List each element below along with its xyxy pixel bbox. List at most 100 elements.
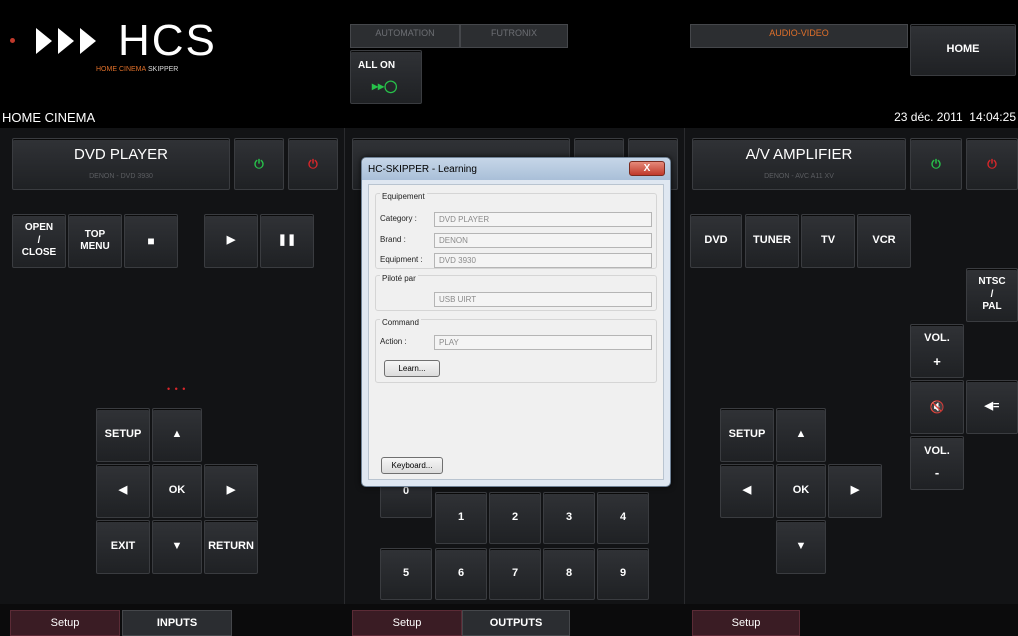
arrow-up-icon: ▲ xyxy=(795,428,807,441)
av-ok-label: OK xyxy=(792,484,810,497)
dvd-setup-button[interactable]: SETUP xyxy=(96,408,150,462)
input-tuner-button[interactable]: TUNER xyxy=(745,214,799,268)
arrow-down-icon: ▼ xyxy=(795,540,807,553)
brand-field[interactable]: DENON xyxy=(434,233,652,248)
input-dvd-button[interactable]: DVD xyxy=(690,214,742,268)
volume-up-sign: + xyxy=(933,353,941,369)
digit-3-button[interactable]: 3 xyxy=(543,492,595,544)
digit-6-button[interactable]: 6 xyxy=(435,548,487,600)
ntsc-pal-button[interactable]: NTSC / PAL xyxy=(966,268,1018,322)
dvd-exit-button[interactable]: EXIT xyxy=(96,520,150,574)
input-label: TV xyxy=(820,234,836,247)
av-power-off-button[interactable]: ⏻ xyxy=(966,138,1018,190)
middle-setup-button[interactable]: Setup xyxy=(352,610,462,636)
av-amplifier-subtitle: DENON - AVC A11 XV xyxy=(764,173,834,180)
input-label: VCR xyxy=(872,234,896,247)
tab-audio-video[interactable]: AUDIO-VIDEO xyxy=(690,24,908,48)
volume-down-label: VOL. xyxy=(924,445,950,457)
pilote-field[interactable]: USB UIRT xyxy=(434,292,652,307)
tab-automation[interactable]: AUTOMATION xyxy=(350,24,460,48)
equipement-group: Equipement Category : DVD PLAYER Brand :… xyxy=(375,192,657,269)
digit-8-button[interactable]: 8 xyxy=(543,548,595,600)
pilote-group-label: Piloté par xyxy=(380,274,418,283)
digit-label: 3 xyxy=(565,511,573,524)
digit-9-button[interactable]: 9 xyxy=(597,548,649,600)
equipment-field[interactable]: DVD 3930 xyxy=(434,253,652,268)
dialog-body: Equipement Category : DVD PLAYER Brand :… xyxy=(368,184,664,480)
digit-label: 4 xyxy=(619,511,627,524)
inputs-tab[interactable]: INPUTS xyxy=(122,610,232,636)
open-close-button[interactable]: OPEN / CLOSE xyxy=(12,214,66,268)
dvd-player-subtitle: DENON - DVD 3930 xyxy=(89,173,153,180)
action-field[interactable]: PLAY xyxy=(434,335,652,350)
dvd-player-button[interactable]: DVD PLAYER DENON - DVD 3930 xyxy=(12,138,230,190)
digit-7-button[interactable]: 7 xyxy=(489,548,541,600)
pause-button[interactable]: ❚❚ xyxy=(260,214,314,268)
all-on-icon: ▸▸◯ xyxy=(372,78,398,93)
dvd-power-off-button[interactable]: ⏻ xyxy=(288,138,338,190)
dvd-down-button[interactable]: ▼ xyxy=(152,520,202,574)
learn-button[interactable]: Learn... xyxy=(384,360,440,377)
home-button[interactable]: HOME xyxy=(910,24,1016,76)
digit-label: 6 xyxy=(457,567,465,580)
av-down-button[interactable]: ▼ xyxy=(776,520,826,574)
stop-icon: ■ xyxy=(147,233,155,248)
av-left-button[interactable]: ◀ xyxy=(720,464,774,518)
logo-dot xyxy=(10,38,15,43)
top-menu-button[interactable]: TOP MENU xyxy=(68,214,122,268)
speaker-button[interactable]: ◀= xyxy=(966,380,1018,434)
dvd-power-on-button[interactable]: ⏻ xyxy=(234,138,284,190)
stop-button[interactable]: ■ xyxy=(124,214,178,268)
outputs-tab[interactable]: OUTPUTS xyxy=(462,610,570,636)
dialog-close-button[interactable]: X xyxy=(629,161,665,176)
all-on-button[interactable]: ALL ON ▸▸◯ xyxy=(350,50,422,104)
category-field[interactable]: DVD PLAYER xyxy=(434,212,652,227)
action-label: Action : xyxy=(380,337,407,346)
digit-label: 7 xyxy=(511,567,519,580)
arrow-right-icon: ▶ xyxy=(226,484,236,497)
av-up-button[interactable]: ▲ xyxy=(776,408,826,462)
digit-5-button[interactable]: 5 xyxy=(380,548,432,600)
power-on-icon: ⏻ xyxy=(931,156,941,171)
arrow-up-icon: ▲ xyxy=(171,428,183,441)
digit-4-button[interactable]: 4 xyxy=(597,492,649,544)
input-tv-button[interactable]: TV xyxy=(801,214,855,268)
dvd-right-button[interactable]: ▶ xyxy=(204,464,258,518)
close-icon: X xyxy=(643,163,651,174)
av-right-button[interactable]: ▶ xyxy=(828,464,882,518)
dialog-title: HC-SKIPPER - Learning xyxy=(368,163,477,175)
equipment-label: Equipment : xyxy=(380,255,423,264)
dvd-ok-button[interactable]: OK xyxy=(152,464,202,518)
digit-label: 8 xyxy=(565,567,573,580)
input-label: DVD xyxy=(704,234,728,247)
mute-button[interactable]: 🔇 xyxy=(910,380,964,434)
input-label: TUNER xyxy=(753,234,791,247)
digit-2-button[interactable]: 2 xyxy=(489,492,541,544)
av-ok-button[interactable]: OK xyxy=(776,464,826,518)
av-amplifier-button[interactable]: A/V AMPLIFIER DENON - AVC A11 XV xyxy=(692,138,906,190)
arrow-left-icon: ◀ xyxy=(742,484,752,497)
digit-1-button[interactable]: 1 xyxy=(435,492,487,544)
dvd-up-button[interactable]: ▲ xyxy=(152,408,202,462)
right-setup-button[interactable]: Setup xyxy=(692,610,800,636)
equipement-group-label: Equipement xyxy=(380,192,427,201)
tab-futronix[interactable]: FUTRONIX xyxy=(460,24,568,48)
av-setup-button[interactable]: SETUP xyxy=(720,408,774,462)
av-power-on-button[interactable]: ⏻ xyxy=(910,138,962,190)
volume-up-button[interactable]: VOL. + xyxy=(910,324,964,378)
play-button[interactable]: ▶ xyxy=(204,214,258,268)
top-menu-label: TOP MENU xyxy=(80,228,110,253)
dvd-player-title: DVD PLAYER xyxy=(74,146,168,164)
ntsc-pal-label: NTSC / PAL xyxy=(978,276,1006,313)
volume-down-button[interactable]: VOL. - xyxy=(910,436,964,490)
open-close-label: OPEN / CLOSE xyxy=(21,222,57,259)
digit-label: 0 xyxy=(402,485,410,497)
dvd-return-button[interactable]: RETURN xyxy=(204,520,258,574)
left-setup-button[interactable]: Setup xyxy=(10,610,120,636)
dvd-left-button[interactable]: ◀ xyxy=(96,464,150,518)
power-on-icon: ⏻ xyxy=(254,156,264,171)
learning-dialog: HC-SKIPPER - Learning X Equipement Categ… xyxy=(361,157,671,487)
input-vcr-button[interactable]: VCR xyxy=(857,214,911,268)
keyboard-button[interactable]: Keyboard... xyxy=(381,457,443,474)
dialog-titlebar[interactable]: HC-SKIPPER - Learning xyxy=(362,158,670,180)
